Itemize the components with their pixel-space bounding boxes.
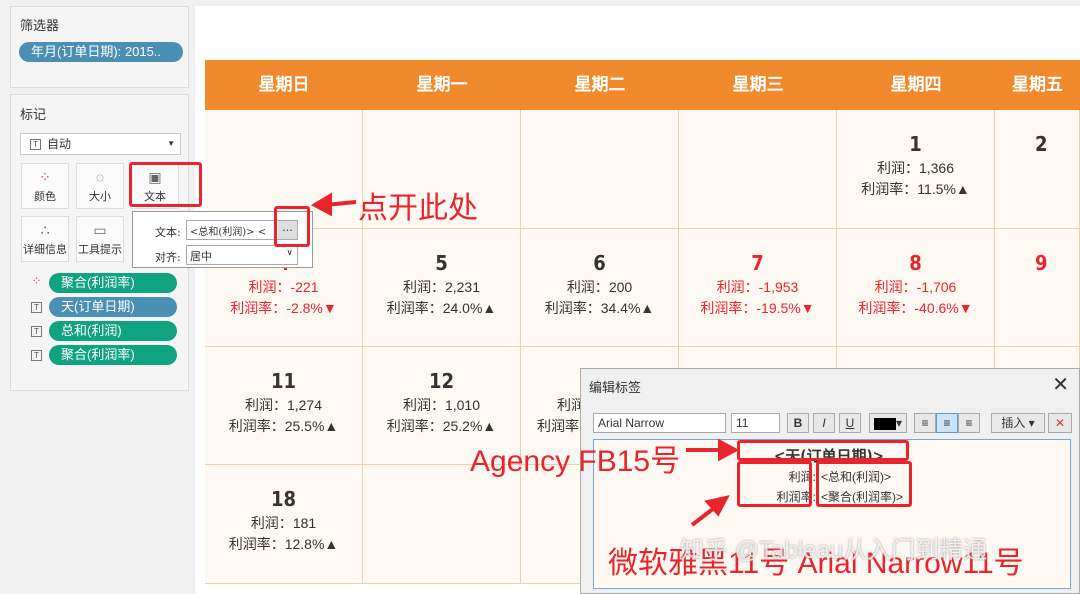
arrow-icon [310, 192, 740, 527]
watermark: 知乎 @Tableau从入门到精通 [680, 537, 988, 564]
